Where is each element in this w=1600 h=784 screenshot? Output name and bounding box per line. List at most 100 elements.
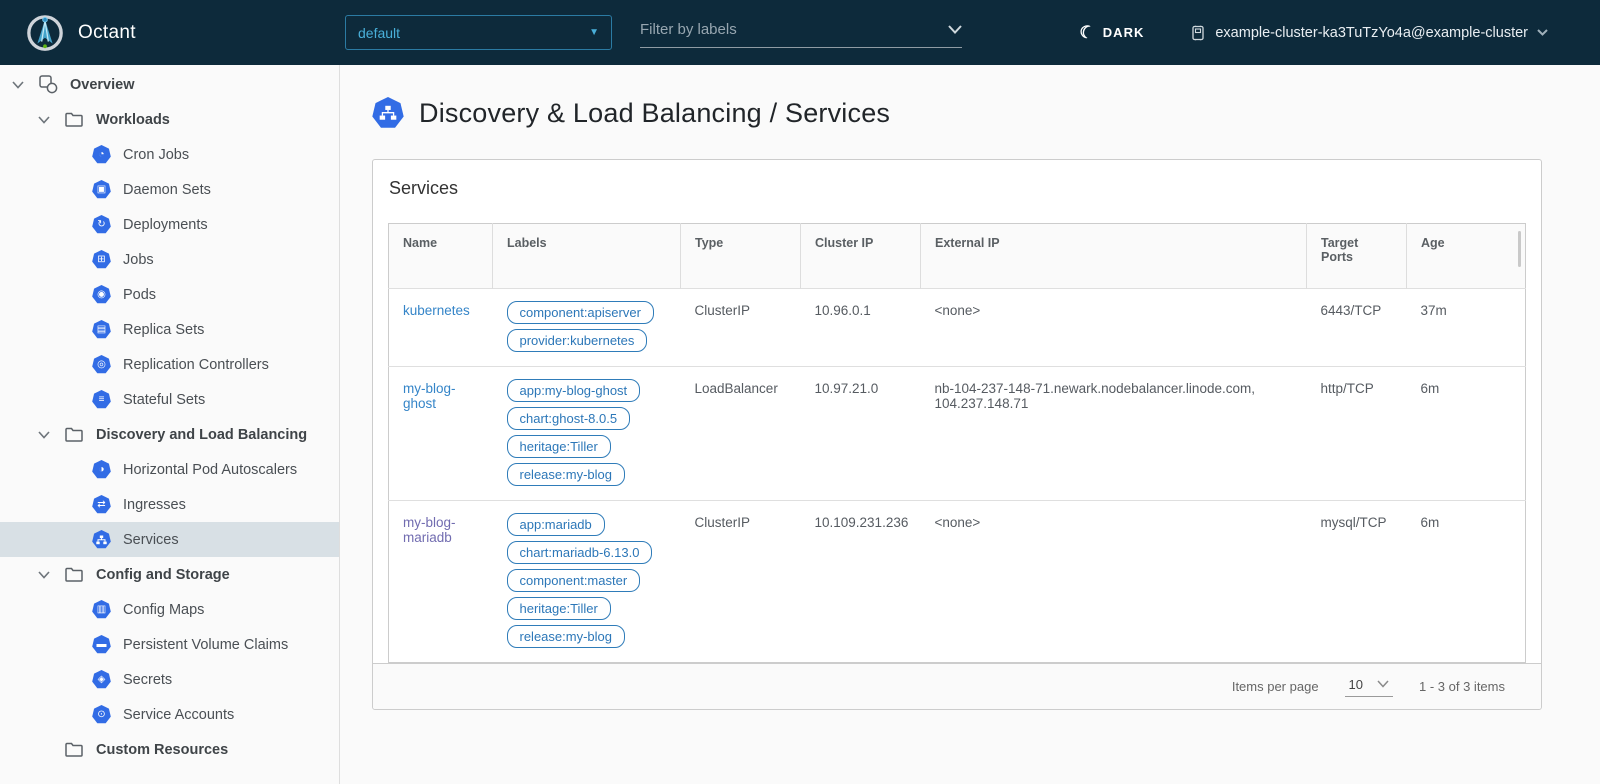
horizontal-pod-autoscalers-icon: ◑ [92,460,111,479]
table-row: my-blog-mariadb app:mariadb chart:mariad… [389,501,1526,663]
sidebar-item-cron-jobs[interactable]: ◔ Cron Jobs [0,137,339,172]
items-per-page-label: Items per page [1232,679,1319,694]
sidebar-item-label: Horizontal Pod Autoscalers [123,462,297,478]
label-pill[interactable]: heritage:Tiller [507,597,611,620]
sidebar-item-label: Replica Sets [123,322,204,338]
namespace-value: default [358,25,589,41]
sidebar-item-label: Persistent Volume Claims [123,637,288,653]
sidebar-item-overview[interactable]: Overview [0,67,339,102]
stateful-sets-icon: ≡ [92,390,111,409]
sidebar-item-config-maps[interactable]: ▥ Config Maps [0,592,339,627]
chevron-down-icon[interactable] [36,567,52,583]
sidebar-item-label: Cron Jobs [123,147,189,163]
label-pill[interactable]: provider:kubernetes [507,329,648,352]
chevron-down-icon [1537,29,1548,36]
age-cell: 6m [1407,367,1526,501]
label-filter-input[interactable]: Filter by labels [640,18,962,48]
label-pill[interactable]: component:master [507,569,641,592]
sidebar-item-service-accounts[interactable]: ⊙ Service Accounts [0,697,339,732]
column-header-labels: Labels [493,224,681,289]
chevron-spacer [36,742,52,758]
external-ip-cell: <none> [921,289,1307,367]
column-header-cluster-ip: Cluster IP [801,224,921,289]
folder-icon [64,740,84,760]
label-pill[interactable]: release:my-blog [507,625,626,648]
sidebar-item-persistent-volume-claims[interactable]: ▬ Persistent Volume Claims [0,627,339,662]
sidebar-item-label: Custom Resources [96,742,228,758]
label-pill[interactable]: app:mariadb [507,513,605,536]
jobs-icon: ⊞ [92,250,111,269]
external-ip-cell: <none> [921,501,1307,663]
card-title: Services [373,160,1541,215]
label-pill[interactable]: component:apiserver [507,301,654,324]
sidebar-item-config-and-storage[interactable]: Config and Storage [0,557,339,592]
theme-toggle-label: DARK [1103,25,1145,40]
sidebar-item-workloads[interactable]: Workloads [0,102,339,137]
theme-toggle-button[interactable]: ☾ DARK [1079,23,1145,43]
sidebar-item-ingresses[interactable]: ⇄ Ingresses [0,487,339,522]
column-header-external-ip: External IP [921,224,1307,289]
table-header-row: Name Labels Type Cluster IP External IP … [389,224,1526,289]
sidebar-item-horizontal-pod-autoscalers[interactable]: ◑ Horizontal Pod Autoscalers [0,452,339,487]
sidebar-item-label: Workloads [96,112,170,128]
page-title-text: Discovery & Load Balancing / Services [419,98,890,129]
config-maps-icon: ▥ [92,600,111,619]
column-header-type: Type [681,224,801,289]
chevron-down-icon[interactable] [10,77,26,93]
sidebar-item-daemon-sets[interactable]: ▣ Daemon Sets [0,172,339,207]
age-cell: 6m [1407,501,1526,663]
brand: Octant [0,14,345,52]
sidebar-item-label: Pods [123,287,156,303]
items-per-page-value: 10 [1349,677,1363,692]
sidebar-item-pods[interactable]: ◉ Pods [0,277,339,312]
sidebar-item-label: Config and Storage [96,567,230,583]
sidebar-item-services[interactable]: Services [0,522,339,557]
label-pill[interactable]: release:my-blog [507,463,626,486]
sidebar-item-label: Overview [70,77,135,93]
namespace-select[interactable]: default ▼ [345,15,612,50]
sidebar-item-discovery-and-load-balancing[interactable]: Discovery and Load Balancing [0,417,339,452]
cluster-ip-cell: 10.109.231.236 [801,501,921,663]
chevron-down-icon[interactable] [36,427,52,443]
cluster-context-label: example-cluster-ka3TuTzYo4a@example-clus… [1215,25,1528,41]
target-ports-cell: 6443/TCP [1307,289,1407,367]
daemon-sets-icon: ▣ [92,180,111,199]
table-scrollbar-thumb[interactable] [1518,231,1521,267]
main-content: Discovery & Load Balancing / Services Se… [340,65,1600,784]
label-pill[interactable]: chart:mariadb-6.13.0 [507,541,653,564]
folder-icon [64,110,84,130]
items-per-page-select[interactable]: 10 [1345,677,1393,697]
sidebar-item-jobs[interactable]: ⊞ Jobs [0,242,339,277]
type-cell: ClusterIP [681,289,801,367]
folder-icon [64,565,84,585]
label-pill[interactable]: heritage:Tiller [507,435,611,458]
secrets-icon: ◈ [92,670,111,689]
sidebar-item-custom-resources[interactable]: Custom Resources [0,732,339,767]
service-link[interactable]: my-blog-ghost [403,381,456,411]
cluster-ip-cell: 10.97.21.0 [801,367,921,501]
service-link[interactable]: kubernetes [403,303,470,318]
label-pill[interactable]: app:my-blog-ghost [507,379,641,402]
persistent-volume-claims-icon: ▬ [92,635,111,654]
type-cell: ClusterIP [681,501,801,663]
app-title: Octant [78,22,136,44]
sidebar-item-replica-sets[interactable]: ▤ Replica Sets [0,312,339,347]
sidebar-item-label: Jobs [123,252,154,268]
services-icon [372,97,404,129]
sidebar-item-replication-controllers[interactable]: ◎ Replication Controllers [0,347,339,382]
octant-logo [26,14,64,52]
sidebar-item-stateful-sets[interactable]: ≡ Stateful Sets [0,382,339,417]
replication-controllers-icon: ◎ [92,355,111,374]
sidebar-item-secrets[interactable]: ◈ Secrets [0,662,339,697]
cluster-context-menu[interactable]: example-cluster-ka3TuTzYo4a@example-clus… [1190,25,1548,41]
sidebar-item-deployments[interactable]: ↻ Deployments [0,207,339,242]
sidebar-item-label: Replication Controllers [123,357,269,373]
label-pill[interactable]: chart:ghost-8.0.5 [507,407,631,430]
chevron-down-icon[interactable] [36,112,52,128]
pods-icon: ◉ [92,285,111,304]
service-link[interactable]: my-blog-mariadb [403,515,456,545]
services-icon [92,530,111,549]
pagination-range: 1 - 3 of 3 items [1419,679,1505,694]
sidebar-item-label: Daemon Sets [123,182,211,198]
sidebar-item-label: Config Maps [123,602,204,618]
